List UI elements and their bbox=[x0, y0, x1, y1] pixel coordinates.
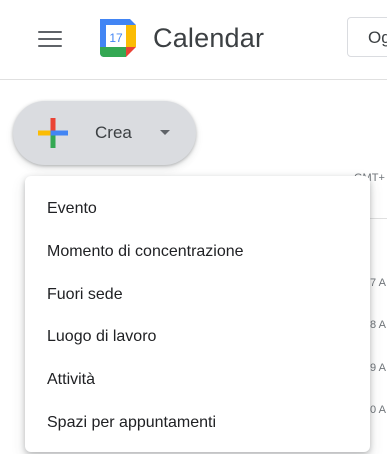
time-label: 8 A bbox=[370, 319, 386, 331]
calendar-app: 17 Calendar Og GMT+ 7 A 8 A 9 A 0 A Crea… bbox=[0, 0, 387, 454]
today-button-label: Og bbox=[368, 28, 387, 47]
create-button[interactable]: Crea bbox=[13, 101, 196, 165]
app-title: Calendar bbox=[153, 23, 265, 53]
time-label: 0 A bbox=[370, 404, 386, 416]
plus-icon bbox=[38, 118, 68, 148]
menu-item-attivita[interactable]: Attività bbox=[25, 359, 370, 402]
logo-day-text: 17 bbox=[109, 31, 123, 45]
caret-down-icon bbox=[160, 130, 170, 135]
main-menu-button[interactable] bbox=[26, 21, 74, 57]
today-button[interactable]: Og bbox=[347, 17, 387, 57]
hamburger-menu-icon bbox=[38, 30, 62, 48]
menu-item-momento-di-concentrazione[interactable]: Momento di concentrazione bbox=[25, 231, 370, 274]
calendar-logo-icon: 17 bbox=[100, 19, 136, 57]
menu-item-fuori-sede[interactable]: Fuori sede bbox=[25, 273, 370, 316]
time-label: 9 A bbox=[370, 362, 386, 374]
top-app-bar: 17 Calendar Og bbox=[0, 0, 387, 80]
hour-gridline bbox=[368, 218, 387, 219]
menu-item-spazi-per-appuntamenti[interactable]: Spazi per appuntamenti bbox=[25, 401, 370, 444]
create-button-label: Crea bbox=[95, 123, 132, 142]
menu-item-evento[interactable]: Evento bbox=[25, 188, 370, 231]
time-label: 7 A bbox=[370, 277, 386, 289]
create-dropdown-menu: Evento Momento di concentrazione Fuori s… bbox=[25, 176, 370, 452]
menu-item-luogo-di-lavoro[interactable]: Luogo di lavoro bbox=[25, 316, 370, 359]
